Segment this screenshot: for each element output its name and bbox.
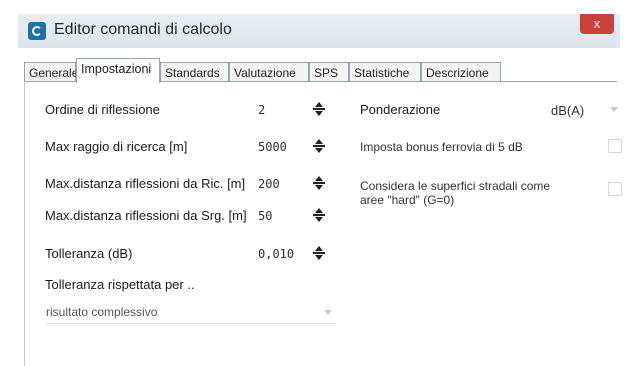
chevron-down-icon bbox=[324, 310, 332, 315]
hard-surfaces-label-line2: aree "hard" (G=0) bbox=[360, 193, 455, 207]
max-search-radius-value[interactable]: 5000 bbox=[258, 140, 287, 154]
tolerance-spinner[interactable] bbox=[312, 245, 326, 261]
title-bar: Editor comandi di calcolo x bbox=[18, 14, 620, 48]
tab-descrizione[interactable]: Descrizione bbox=[421, 62, 501, 82]
tab-sps[interactable]: SPS bbox=[309, 62, 349, 82]
reflection-order-spinner[interactable] bbox=[312, 101, 326, 117]
ponderazione-dropdown[interactable]: dB(A) bbox=[545, 98, 625, 120]
app-icon bbox=[28, 22, 46, 40]
tolerance-respected-dropdown[interactable]: risultato complessivo bbox=[46, 301, 336, 324]
rail-bonus-label: Imposta bonus ferrovia di 5 dB bbox=[360, 140, 523, 154]
ponderazione-label: Ponderazione bbox=[360, 102, 441, 117]
close-button[interactable]: x bbox=[580, 14, 614, 34]
tab-statistiche[interactable]: Statistiche bbox=[349, 62, 421, 82]
reflection-order-label: Ordine di riflessione bbox=[45, 102, 160, 117]
hard-surfaces-checkbox[interactable] bbox=[608, 182, 622, 196]
max-dist-source-label: Max.distanza riflessioni da Srg. [m] bbox=[45, 208, 247, 223]
max-dist-source-value[interactable]: 50 bbox=[258, 209, 272, 223]
max-dist-receiver-label: Max.distanza riflessioni da Ric. [m] bbox=[45, 176, 246, 191]
ponderazione-value: dB(A) bbox=[551, 103, 585, 118]
window-title: Editor comandi di calcolo bbox=[54, 21, 232, 38]
max-search-radius-label: Max raggio di ricerca [m] bbox=[45, 139, 188, 154]
rail-bonus-checkbox[interactable] bbox=[608, 139, 622, 153]
reflection-order-value[interactable]: 2 bbox=[258, 103, 265, 117]
chevron-down-icon bbox=[610, 107, 618, 112]
tolerance-value[interactable]: 0,010 bbox=[258, 247, 294, 261]
tab-generale[interactable]: Generale bbox=[24, 62, 78, 82]
max-dist-receiver-spinner[interactable] bbox=[312, 175, 326, 191]
tolerance-label: Tolleranza (dB) bbox=[45, 246, 133, 261]
hard-surfaces-label-line1: Considera le superfici stradali come bbox=[360, 179, 551, 193]
tolerance-respected-value: risultato complessivo bbox=[46, 305, 158, 319]
tolerance-respected-label: Tolleranza rispettata per .. bbox=[45, 277, 195, 292]
tab-standards[interactable]: Standards bbox=[160, 62, 229, 82]
max-search-radius-spinner[interactable] bbox=[312, 138, 326, 154]
max-dist-receiver-value[interactable]: 200 bbox=[258, 177, 280, 191]
tab-valutazione[interactable]: Valutazione bbox=[229, 62, 309, 82]
max-dist-source-spinner[interactable] bbox=[312, 207, 326, 223]
tab-impostazioni[interactable]: Impostazioni bbox=[76, 58, 160, 83]
